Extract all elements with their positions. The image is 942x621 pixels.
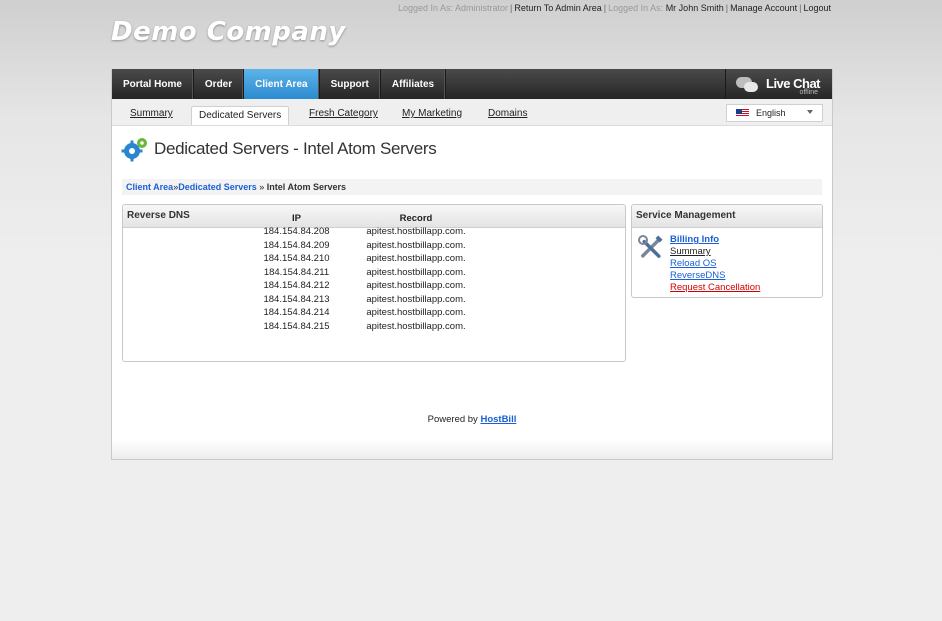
tab-dedicated-servers[interactable]: Dedicated Servers (191, 106, 290, 125)
breadcrumb-current: Intel Atom Servers (266, 182, 346, 192)
record-cell: apitest.hostbillapp.com. (366, 307, 466, 319)
language-selected: English (756, 108, 786, 118)
nav-client-area[interactable]: Client Area (244, 69, 320, 99)
nav-order[interactable]: Order (194, 69, 245, 99)
page-title-block: Dedicated Servers - Intel Atom Servers (121, 136, 437, 162)
powered-by: Powered by HostBill (112, 414, 832, 425)
ip-cell: 184.154.84.209 (263, 239, 330, 251)
us-flag-icon (736, 109, 749, 117)
service-actions-list: Billing Info Summary Reload OS ReverseDN… (670, 234, 760, 294)
logged-in-user-prefix: Logged In As: (608, 3, 664, 13)
breadcrumb: Client Area»Dedicated Servers » Intel At… (122, 179, 822, 195)
column-header-ip: IP (292, 213, 301, 224)
top-user-bar: Logged In As: Administrator | Return To Ad… (397, 3, 831, 13)
record-cell: apitest.hostbillapp.com. (366, 320, 466, 332)
summary-link[interactable]: Summary (670, 246, 711, 257)
tab-fresh-category[interactable]: Fresh Category (309, 108, 378, 119)
breadcrumb-dedicated-servers[interactable]: Dedicated Servers (178, 182, 257, 192)
breadcrumb-separator: » (259, 182, 265, 192)
ip-cell: 184.154.84.208 (263, 226, 330, 238)
sub-nav: Summary Dedicated Servers Fresh Category… (112, 99, 832, 126)
billing-info-link[interactable]: Billing Info (670, 234, 719, 245)
table-row: 184.154.84.210 apitest.hostbillapp.com. (247, 252, 486, 266)
table-row: 184.154.84.214 apitest.hostbillapp.com. (247, 306, 486, 320)
live-chat-status: offline (799, 89, 818, 96)
ip-cell: 184.154.84.214 (263, 307, 330, 319)
live-chat-button[interactable]: Live Chat offline (725, 69, 832, 99)
nav-support[interactable]: Support (320, 69, 381, 99)
record-cell: apitest.hostbillapp.com. (366, 226, 466, 238)
breadcrumb-client-area[interactable]: Client Area (126, 182, 173, 192)
table-row: 184.154.84.215 apitest.hostbillapp.com. (247, 320, 486, 334)
record-cell: apitest.hostbillapp.com. (366, 239, 466, 251)
reverse-dns-panel: Reverse DNS IP Record 184.154.84.208 apit… (122, 204, 626, 362)
main-container: Portal Home Order Client Area Support Af… (111, 69, 833, 460)
tab-my-marketing[interactable]: My Marketing (402, 108, 462, 119)
reverse-dns-link[interactable]: ReverseDNS (670, 270, 725, 281)
chat-bubbles-icon (734, 73, 764, 95)
reverse-dns-table: IP Record 184.154.84.208 apitest.hostbill… (247, 212, 486, 333)
gears-icon (121, 138, 147, 162)
table-row: 184.154.84.212 apitest.hostbillapp.com. (247, 279, 486, 293)
logged-in-admin-text: Logged In As: Administrator (397, 3, 509, 13)
record-cell: apitest.hostbillapp.com. (366, 280, 466, 292)
service-management-panel: Service Management Billing Info Summary … (631, 204, 823, 298)
powered-by-text: Powered by (427, 414, 478, 425)
ip-cell: 184.154.84.215 (263, 320, 330, 332)
company-logo[interactable]: Demo Company (111, 17, 346, 47)
language-select[interactable]: English (726, 104, 823, 122)
ip-cell: 184.154.84.213 (263, 293, 330, 305)
logout-link[interactable]: Logout (803, 3, 831, 13)
main-nav: Portal Home Order Client Area Support Af… (112, 69, 832, 99)
ip-cell: 184.154.84.212 (263, 280, 330, 292)
chevron-down-icon (807, 110, 813, 114)
page-title: Dedicated Servers - Intel Atom Servers (154, 139, 437, 158)
tab-summary[interactable]: Summary (130, 108, 173, 119)
ip-cell: 184.154.84.211 (263, 266, 330, 278)
table-row: 184.154.84.213 apitest.hostbillapp.com. (247, 293, 486, 307)
nav-portal-home[interactable]: Portal Home (112, 69, 194, 99)
column-header-record: Record (399, 213, 433, 224)
ip-cell: 184.154.84.210 (263, 253, 330, 265)
record-cell: apitest.hostbillapp.com. (366, 253, 466, 265)
user-name: Mr John Smith (665, 3, 724, 13)
reload-os-link[interactable]: Reload OS (670, 258, 716, 269)
record-cell: apitest.hostbillapp.com. (366, 293, 466, 305)
tab-domains[interactable]: Domains (488, 108, 527, 119)
record-cell: apitest.hostbillapp.com. (366, 266, 466, 278)
manage-account-link[interactable]: Manage Account (730, 3, 797, 13)
footer-bar (112, 439, 832, 459)
request-cancellation-link[interactable]: Request Cancellation (670, 282, 760, 293)
tools-icon (638, 235, 663, 258)
table-row: 184.154.84.209 apitest.hostbillapp.com. (247, 239, 486, 253)
table-row: 184.154.84.208 apitest.hostbillapp.com. (247, 225, 486, 239)
return-to-admin-link[interactable]: Return To Admin Area (514, 3, 601, 13)
table-row: 184.154.84.211 apitest.hostbillapp.com. (247, 266, 486, 280)
service-management-heading: Service Management (632, 205, 822, 228)
nav-affiliates[interactable]: Affiliates (381, 69, 447, 99)
hostbill-link[interactable]: HostBill (480, 414, 516, 425)
